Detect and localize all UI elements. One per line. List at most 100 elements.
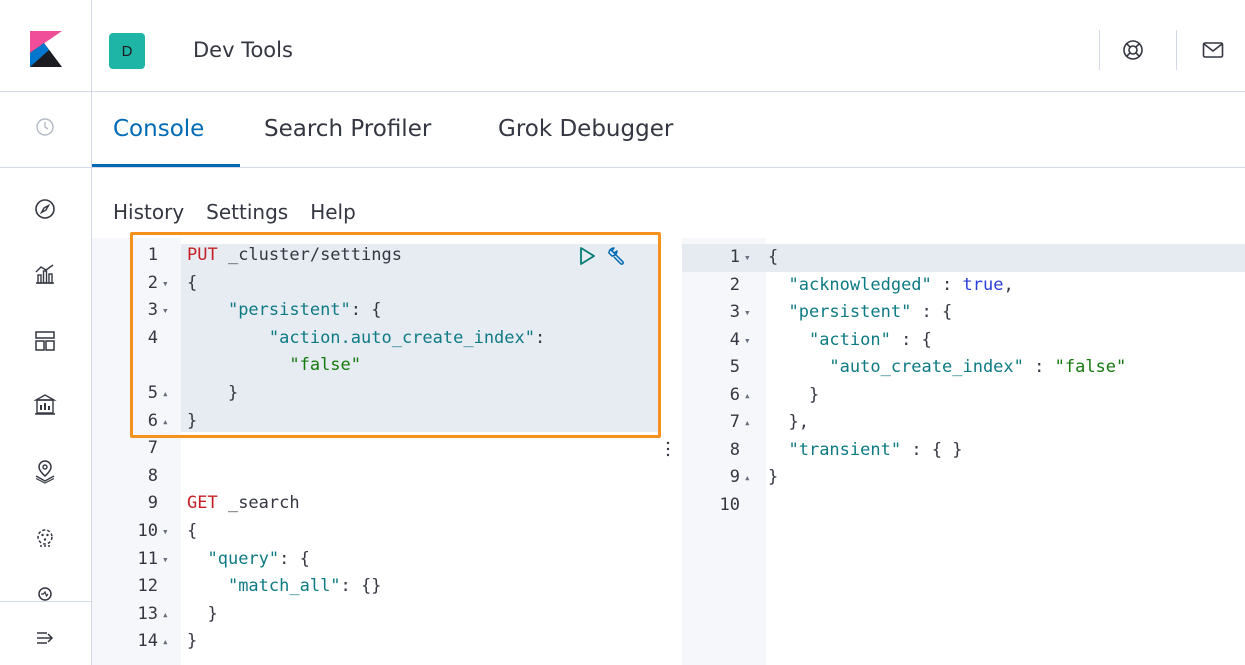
code-text: PUT _cluster/settings: [187, 242, 402, 269]
history-link[interactable]: History: [113, 200, 184, 224]
line-number: 8: [147, 465, 158, 486]
request-line: 14 ▴}: [92, 628, 664, 655]
code-token: },: [768, 412, 809, 432]
active-tab-indicator: [92, 164, 240, 167]
fold-close-icon[interactable]: ▴: [744, 382, 751, 409]
code-text: "transient" : { }: [768, 437, 962, 464]
line-number: 7: [729, 412, 740, 432]
fold-open-icon[interactable]: ▾: [162, 546, 169, 573]
fold-close-icon[interactable]: ▴: [162, 628, 169, 655]
mail-icon[interactable]: [1201, 38, 1225, 62]
request-line: 7: [92, 435, 664, 462]
help-link[interactable]: Help: [310, 200, 356, 224]
line-number: 1: [147, 245, 158, 265]
logo-cell[interactable]: [0, 0, 92, 92]
request-line: 5 ▴ }: [92, 380, 664, 407]
line-number: 3: [147, 300, 158, 321]
tab-search-profiler[interactable]: Search Profiler: [264, 116, 431, 142]
code-token: }: [187, 383, 239, 403]
settings-link[interactable]: Settings: [206, 200, 288, 224]
request-line: 10 ▾ {: [92, 518, 664, 545]
code-token: :: [931, 274, 963, 295]
maps-icon[interactable]: [32, 458, 58, 484]
header-divider: [1099, 30, 1100, 70]
code-text: {: [768, 244, 778, 271]
fold-open-icon[interactable]: ▾: [162, 518, 169, 545]
canvas-icon[interactable]: [32, 392, 58, 418]
breadcrumb-dev-tools: Dev Tools: [193, 38, 293, 62]
fold-close-icon[interactable]: ▴: [162, 380, 169, 407]
uptime-icon[interactable]: [32, 582, 58, 608]
code-token: GET: [187, 493, 218, 514]
fold-open-icon[interactable]: ▾: [162, 270, 169, 297]
line-number: 4: [729, 329, 740, 350]
fold-open-icon[interactable]: ▾: [744, 244, 751, 271]
dashboard-icon[interactable]: [32, 328, 58, 354]
response-line: 4 ▾ "action" : {: [682, 327, 1245, 354]
fold-close-icon[interactable]: ▴: [162, 408, 169, 435]
code-token: "match_all": [227, 576, 341, 597]
request-line: 8: [92, 463, 664, 490]
request-line: 3 ▾ "persistent": {: [92, 297, 664, 324]
code-text: }: [768, 464, 778, 491]
line-number: 4: [147, 327, 158, 348]
fold-close-icon[interactable]: ▴: [162, 601, 169, 628]
tab-grok-debugger[interactable]: Grok Debugger: [498, 116, 673, 142]
request-editor[interactable]: 1 PUT _cluster/settings 2 ▾{3 ▾ "persistent"…: [92, 238, 664, 665]
code-token: "persistent": [788, 302, 912, 322]
fold-open-icon[interactable]: ▾: [744, 327, 751, 354]
response-line: 3 ▾ "persistent" : {: [682, 299, 1245, 326]
code-text: }: [187, 601, 218, 628]
editor-resizer[interactable]: [666, 440, 670, 460]
code-token: :: [535, 327, 546, 348]
space-avatar[interactable]: D: [109, 33, 145, 69]
code-token: : {: [911, 302, 953, 322]
response-line: 9 ▴}: [682, 464, 1245, 491]
code-text: }: [187, 380, 238, 407]
send-request-play-icon[interactable]: [576, 245, 598, 267]
fold-close-icon[interactable]: ▴: [744, 464, 751, 491]
code-text: "auto_create_index" : "false": [768, 354, 1126, 381]
code-text: "query": {: [187, 546, 309, 573]
visualize-icon[interactable]: [32, 262, 58, 288]
code-token: "query": [207, 548, 280, 569]
lifebuoy-icon[interactable]: [1121, 38, 1145, 62]
code-token: {: [187, 272, 198, 293]
request-line: 12 "match_all": {}: [92, 573, 664, 600]
code-text: },: [768, 409, 809, 436]
clock-icon[interactable]: [32, 114, 58, 140]
code-token: }: [187, 603, 218, 624]
nav-divider: [0, 601, 92, 602]
fold-open-icon[interactable]: ▾: [162, 297, 169, 324]
ml-icon[interactable]: [32, 524, 58, 550]
response-line: 7 ▴ },: [682, 409, 1245, 436]
fold-open-icon[interactable]: ▾: [744, 299, 751, 326]
code-token: _search: [217, 493, 300, 514]
tab-console[interactable]: Console: [113, 116, 204, 142]
code-token: {: [768, 247, 779, 267]
code-text: }: [187, 408, 197, 435]
line-number: 8: [729, 439, 740, 460]
expand-icon[interactable]: [32, 625, 58, 651]
code-token: "transient": [788, 439, 902, 460]
response-editor[interactable]: 1 ▾{2 "acknowledged" : true, 3 ▾ "persisten…: [682, 238, 1245, 665]
line-number: 6: [147, 410, 158, 431]
code-token: "auto_create_index": [829, 357, 1024, 377]
wrench-icon[interactable]: [606, 245, 628, 267]
kibana-logo-icon[interactable]: [30, 31, 62, 67]
side-nav: [0, 92, 92, 665]
line-number: 2: [729, 274, 740, 295]
code-text: "false": [187, 352, 361, 379]
compass-icon[interactable]: [32, 196, 58, 222]
request-line: 4 "action.auto_create_index":: [92, 325, 664, 352]
fold-close-icon[interactable]: ▴: [744, 409, 751, 436]
dev-tools-tabs: Console Search Profiler Grok Debugger: [92, 92, 1245, 168]
line-number: 13: [137, 603, 158, 624]
